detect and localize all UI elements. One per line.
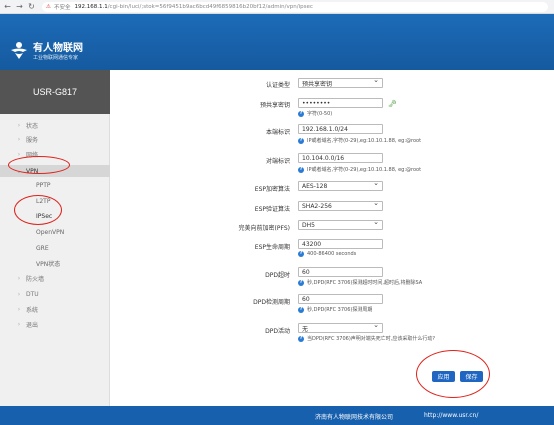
chevron-right-icon: › [17,290,21,298]
local-id-label: 本端标识 [265,129,290,136]
question-icon: ? [298,137,304,144]
app-header: 有人物联网 工业物联网通信专家 [0,14,554,70]
local-id-hint: ? IP或者域名,字符(0-29),eg:10.10.1.88, eg:@root [298,137,422,144]
sidebar-item-logout[interactable]: › 退出 [0,318,110,330]
sidebar-sub-vpn-status[interactable]: VPN状态 [36,257,60,269]
esp-enc-select[interactable]: AES-128 [298,179,383,191]
sidebar-item-system[interactable]: › 系统 [0,303,110,315]
question-icon: ? [298,166,304,173]
sidebar-item-label: 状态 [26,122,39,130]
sidebar-item-label: DTU [26,290,39,298]
remote-id-label: 对端标识 [265,158,290,165]
question-icon: ? [298,110,304,117]
dpd-action-select[interactable]: 无 [298,321,383,333]
sidebar-sub-gre[interactable]: GRE [36,242,49,254]
sidebar-item-label: 服务 [26,136,39,144]
back-icon[interactable]: ← [3,2,12,11]
question-icon: ? [298,251,304,257]
psk-input[interactable]: •••••••• [298,98,383,108]
chevron-right-icon: › [17,274,21,282]
dpd-interval-hint: ? 秒,DPD(RFC 3706)探测周期 [298,306,373,313]
url-path: /cgi-bin/luci/;stok=56f9451b9ac6bcd49f68… [107,3,313,10]
annotation-circle-ipsec [14,195,62,225]
sidebar-item-label: 系统 [26,306,39,314]
remote-id-input[interactable]: 10.104.0.0/16 [298,153,383,163]
sidebar-item-services[interactable]: › 服务 [0,133,110,145]
sidebar: USR-G817 › 状态 › 服务 › 网络 ⌄ VPN PPTP L2TP … [0,70,110,406]
esp-auth-label: ESP验证算法 [254,206,290,213]
esp-lifetime-label: ESP生命周期 [254,244,290,251]
annotation-circle-vpn [8,156,70,174]
dpd-action-label: DPD活动 [265,328,290,335]
sidebar-item-firewall[interactable]: › 防火墙 [0,272,110,284]
dpd-interval-input[interactable]: 60 [298,294,383,304]
dpd-action-hint: ? 当DPD(RFC 3706)声明对端失死亡时,应该采取什么行动? [298,335,436,342]
browser-toolbar: ← → ↻ ⚠ 不安全 192.168.1.1 /cgi-bin/luci/;s… [0,0,554,14]
security-label: 不安全 [53,4,71,11]
device-model: USR-G817 [0,70,110,114]
sidebar-item-label: 防火墙 [26,275,45,283]
question-icon: ? [298,279,304,286]
chevron-right-icon: › [17,135,21,143]
url-host: 192.168.1.1 [74,3,108,10]
page-footer: 济南有人物联网技术有限公司 http://www.usr.cn/ [0,406,554,425]
ipsec-form: 认证类型 预共享密钥 预共享密钥 •••••••• 🗝 ?字符(0-50) 本端… [110,70,554,406]
local-id-input[interactable]: 192.168.1.0/24 [298,124,383,134]
psk-hint: ? 字符(0-50) [298,110,333,117]
dpd-timeout-label: DPD超时 [265,272,290,279]
pfs-select[interactable]: DH5 [298,218,383,230]
question-icon: ? [298,335,304,342]
footer-url[interactable]: http://www.usr.cn/ [424,412,478,419]
question-icon: ? [298,306,304,313]
auth-type-label: 认证类型 [265,82,290,89]
remote-id-hint: ? IP或者域名,字符(0-29),eg:10.10.1.88, eg:@root [298,166,422,173]
footer-company: 济南有人物联网技术有限公司 [315,414,394,421]
psk-label: 预共享密钥 [259,102,290,109]
usr-logo-icon [11,42,27,59]
sidebar-item-label: 退出 [26,321,39,329]
warning-icon: ⚠ [46,3,51,10]
dpd-interval-label: DPD检测周期 [253,299,290,306]
dpd-timeout-hint: ? 秒,DPD(RFC 3706)探测超时时间,超时后,将删除SA [298,279,423,286]
pfs-label: 完美向前加密(PFS) [238,225,290,232]
address-bar[interactable]: ⚠ 不安全 192.168.1.1 /cgi-bin/luci/;stok=56… [42,1,548,12]
reload-icon[interactable]: ↻ [27,2,36,11]
esp-auth-select[interactable]: SHA2-256 [298,199,383,211]
forward-icon[interactable]: → [15,2,24,11]
chevron-right-icon: › [17,121,21,129]
esp-lifetime-input[interactable]: 43200 [298,239,383,249]
dpd-timeout-input[interactable]: 60 [298,267,383,277]
chevron-right-icon: › [17,305,21,313]
auth-type-select[interactable]: 预共享密钥 [298,76,383,88]
brand-name: 有人物联网 [33,43,83,54]
chevron-right-icon: › [17,320,21,328]
sidebar-sub-pptp[interactable]: PPTP [36,179,51,191]
esp-enc-label: ESP加密算法 [254,186,290,193]
brand-tagline: 工业物联网通信专家 [33,55,79,61]
sidebar-item-dtu[interactable]: › DTU [0,288,110,300]
annotation-circle-buttons [416,350,490,398]
sidebar-item-status[interactable]: › 状态 [0,119,110,131]
esp-lifetime-hint: ? 400-86400 seconds [298,251,357,257]
sidebar-sub-openvpn[interactable]: OpenVPN [36,226,64,238]
show-password-icon[interactable]: 🗝 [388,100,397,108]
